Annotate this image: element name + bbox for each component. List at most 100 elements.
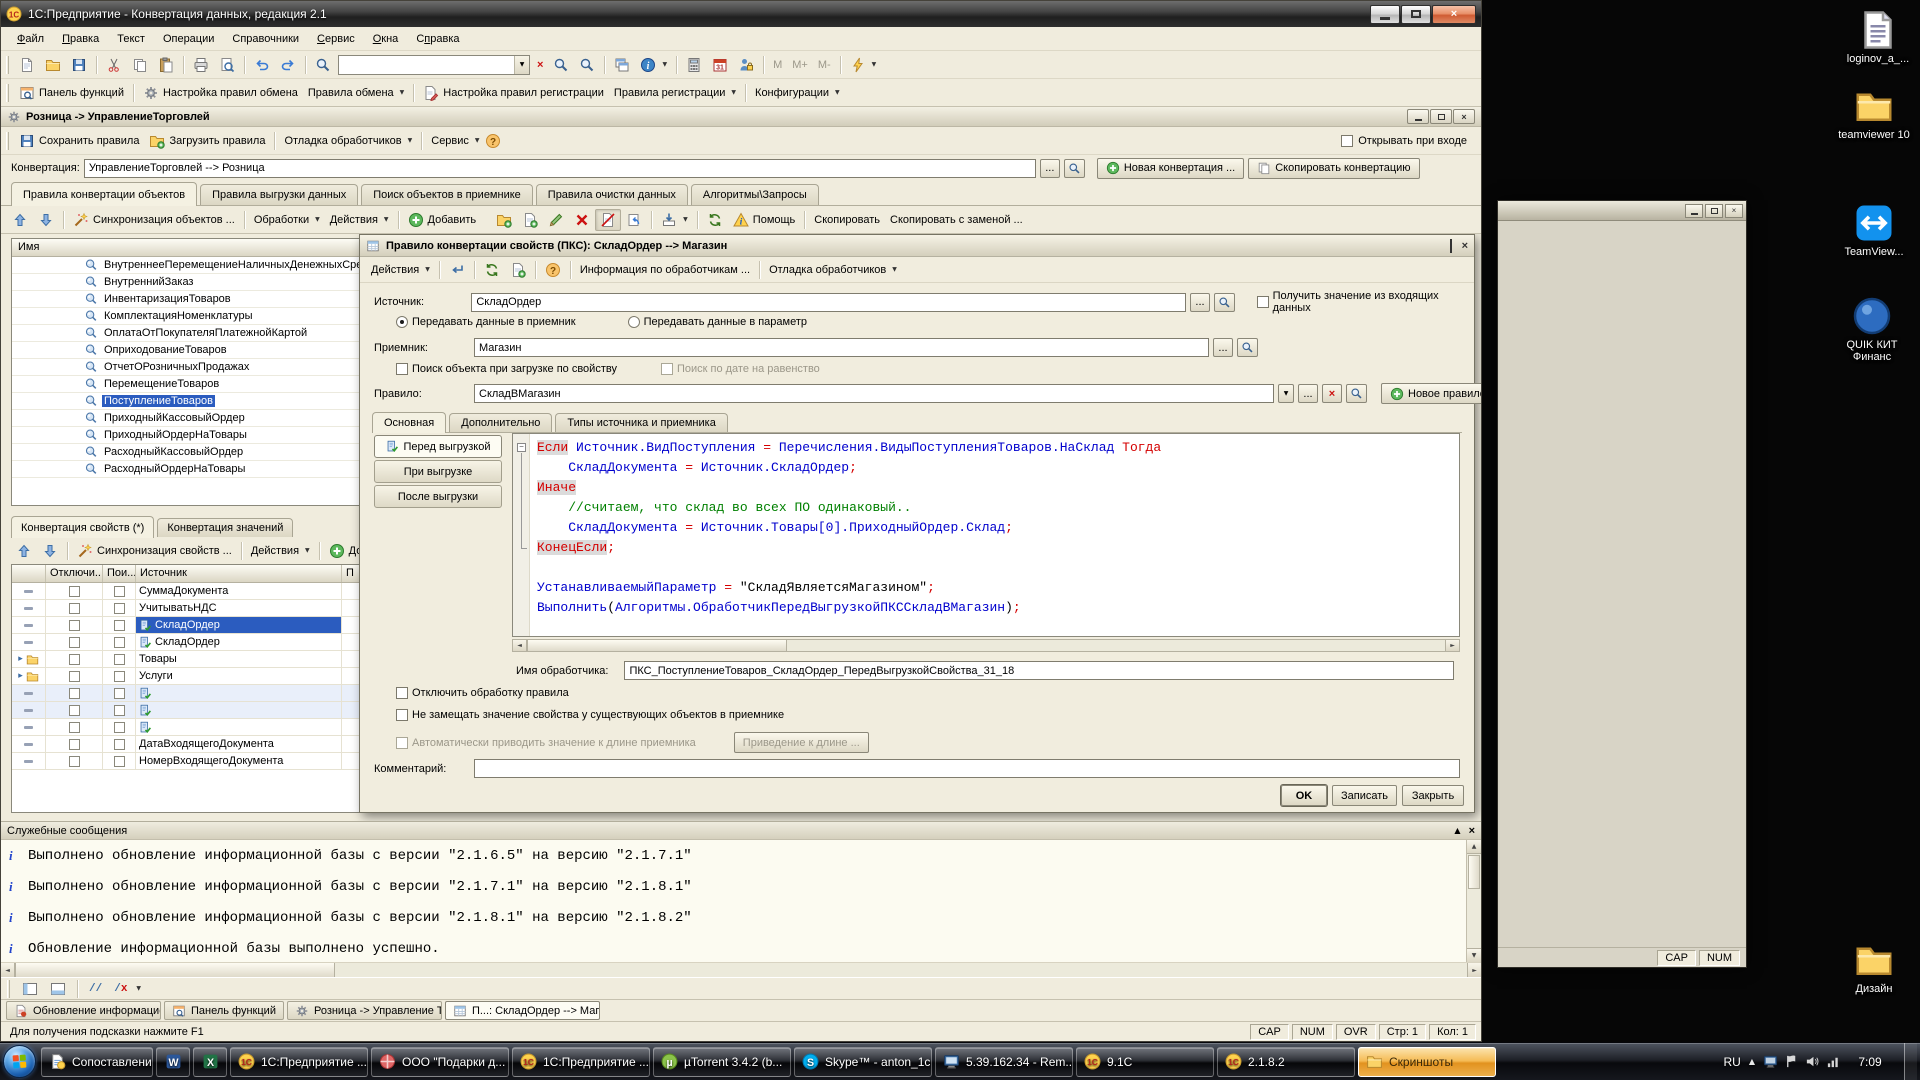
actions-button[interactable]: Действия▼ (325, 209, 394, 231)
scrollbar-thumb[interactable] (15, 963, 335, 977)
restore-button[interactable] (1401, 5, 1431, 24)
search-by-property-checkbox[interactable] (396, 363, 408, 375)
handler-name-field[interactable] (624, 661, 1454, 680)
rule-field[interactable] (474, 384, 1274, 403)
scroll-right-icon[interactable]: ► (1445, 640, 1459, 651)
disable-checkbox[interactable] (69, 586, 80, 597)
fold-collapse-icon[interactable]: − (517, 443, 526, 452)
open-at-login-checkbox[interactable] (1341, 135, 1353, 147)
load-rules-button[interactable]: Загрузить правила (144, 130, 270, 152)
split-window-button[interactable] (17, 978, 43, 1000)
length-button[interactable]: Приведение к длине ... (734, 732, 869, 753)
taskbar-button-1[interactable]: Сопоставление с... (41, 1047, 153, 1077)
dialog-tab-3[interactable]: Типы источника и приемника (555, 413, 727, 432)
table-row[interactable]: СкладОрдер (12, 634, 372, 651)
copy-conversion-button[interactable]: Скопировать конвертацию (1248, 158, 1419, 179)
memory-button-3[interactable]: M- (813, 54, 836, 76)
source-cell[interactable]: СкладОрдер (136, 617, 342, 633)
disable-checkbox[interactable] (69, 739, 80, 750)
search-checkbox[interactable] (114, 722, 125, 733)
tab-4[interactable]: Правила очистки данных (536, 184, 688, 205)
source-cell[interactable]: Услуги (136, 668, 342, 684)
add-group-button[interactable] (491, 209, 517, 231)
search-input[interactable] (339, 57, 514, 73)
desktop-icon-1[interactable]: loginov_a_... (1834, 10, 1920, 65)
tab-5[interactable]: Алгоритмы\Запросы (691, 184, 819, 205)
copy-rule-button[interactable]: Скопировать (809, 209, 885, 231)
taskbar-button-5[interactable]: ООО "Подарки д... (371, 1047, 509, 1077)
source-cell[interactable]: ДатаВходящегоДокумента (136, 736, 342, 752)
undo-button[interactable] (249, 54, 275, 76)
info-button[interactable]: i▼ (635, 54, 672, 76)
sync-properties-button[interactable]: Синхронизация свойств ... (72, 540, 237, 562)
receiver-field[interactable] (474, 338, 1209, 357)
scroll-down-icon[interactable]: ▼ (1467, 948, 1481, 962)
scroll-right-icon[interactable]: ► (1467, 963, 1481, 977)
stage-button-1[interactable]: Перед выгрузкой (374, 435, 502, 458)
send-to-param-radio[interactable] (628, 316, 640, 328)
tree-item[interactable]: ПеремещениеТоваров (12, 376, 372, 393)
tree-item[interactable]: ИнвентаризацияТоваров (12, 291, 372, 308)
taskbar-button-2[interactable]: W (156, 1047, 190, 1077)
menu-item-2[interactable]: Правка (54, 30, 107, 48)
user-settings-button[interactable] (733, 54, 759, 76)
close-icon[interactable]: × (1725, 204, 1743, 218)
rule-clear-button[interactable]: × (1322, 384, 1342, 403)
prop-move-down-button[interactable] (37, 540, 63, 562)
disable-rule-checkbox[interactable] (396, 687, 408, 699)
get-from-input-checkbox[interactable] (1257, 296, 1269, 308)
search-checkbox[interactable] (114, 620, 125, 631)
source-cell[interactable] (136, 719, 342, 735)
sync-objects-button[interactable]: Синхронизация объектов ... (68, 209, 240, 231)
disable-checkbox[interactable] (69, 722, 80, 733)
language-indicator[interactable]: RU (1724, 1055, 1741, 1069)
disable-checkbox[interactable] (69, 654, 80, 665)
handlers-info-button[interactable]: Информация по обработчикам ... (575, 259, 755, 281)
search-checkbox[interactable] (114, 586, 125, 597)
tree-item[interactable]: ВнутреннееПеремещениеНаличныхДенежныхСре… (12, 257, 372, 274)
messages-horizontal-scrollbar[interactable]: ◄ ► (1, 963, 1481, 977)
search-checkbox[interactable] (114, 671, 125, 682)
search-checkbox[interactable] (114, 603, 125, 614)
taskbar-button-8[interactable]: SSkype™ - anton_1c (794, 1047, 932, 1077)
scrollbar-thumb[interactable] (1468, 855, 1480, 889)
clear-search-button[interactable]: × (532, 54, 548, 76)
source-cell[interactable] (136, 702, 342, 718)
tree-item[interactable]: ВнутреннийЗаказ (12, 274, 372, 291)
clock[interactable]: 7:09 (1849, 1055, 1891, 1069)
mdi-close-button[interactable]: × (1453, 109, 1475, 124)
find-button[interactable] (310, 54, 336, 76)
flag-tray-icon[interactable] (1784, 1054, 1799, 1069)
help-icon[interactable]: ? (485, 133, 501, 149)
write-button[interactable]: Записать (1332, 785, 1397, 806)
table-row[interactable] (12, 719, 372, 736)
rule-select-button[interactable]: ... (1298, 384, 1318, 403)
windows-button[interactable] (609, 54, 635, 76)
window-tab-4[interactable]: П...: СкладОрдер --> Магазин (445, 1001, 600, 1020)
export-button[interactable]: ▼ (656, 209, 693, 231)
dialog-close-icon[interactable]: × (1462, 240, 1468, 252)
refresh-button[interactable] (702, 209, 728, 231)
table-row[interactable]: ▸Услуги (12, 668, 372, 685)
search-dropdown-icon[interactable]: ▼ (514, 56, 529, 74)
ok-button[interactable]: OK (1281, 785, 1327, 806)
source-cell[interactable]: НомерВходящегоДокумента (136, 753, 342, 769)
mdi-minimize-button[interactable] (1407, 109, 1429, 124)
add-comment-button[interactable]: // (84, 978, 107, 1000)
message-line[interactable]: iВыполнено обновление информационной баз… (1, 902, 1481, 933)
edit-button[interactable] (543, 209, 569, 231)
deletion-mark-button[interactable] (595, 209, 621, 231)
dialog-actions-button[interactable]: Действия▼ (366, 259, 435, 281)
search-checkbox[interactable] (114, 654, 125, 665)
disable-checkbox[interactable] (69, 637, 80, 648)
open-button[interactable] (40, 54, 66, 76)
dialog-tab-2[interactable]: Дополнительно (449, 413, 552, 432)
receiver-find-button[interactable] (1237, 338, 1258, 357)
function-panel-button[interactable]: Панель функций (14, 82, 129, 104)
copy-replace-button[interactable]: Скопировать с заменой ... (885, 209, 1028, 231)
conversion-find-button[interactable] (1064, 159, 1085, 178)
add-copy-button[interactable] (517, 209, 543, 231)
disable-checkbox[interactable] (69, 705, 80, 716)
source-find-button[interactable] (1214, 293, 1235, 312)
menu-item-7[interactable]: Окна (365, 30, 407, 48)
